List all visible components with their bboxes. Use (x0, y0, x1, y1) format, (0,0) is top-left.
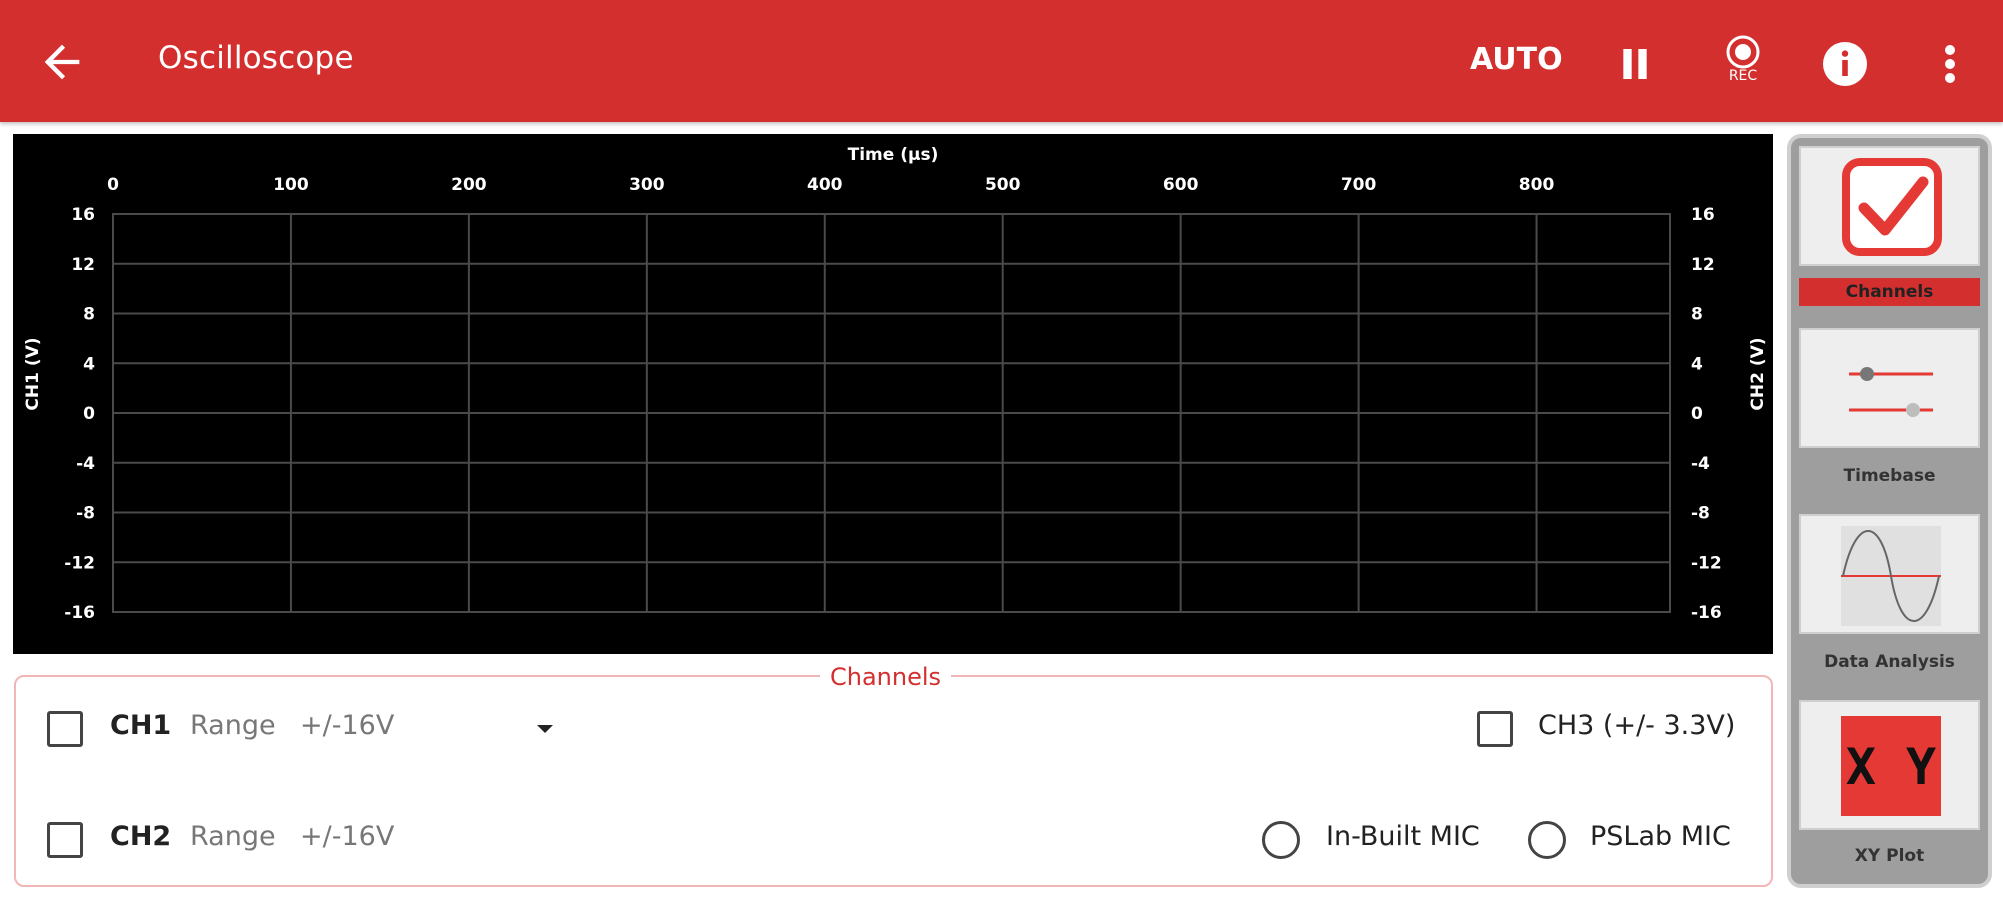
y-tick-label-left: 12 (71, 255, 95, 275)
x-tick-label: 800 (1519, 175, 1555, 195)
y-tick-label-left: 4 (83, 354, 95, 374)
y-tick-label-right: 12 (1691, 255, 1715, 275)
y-tick-label-right: -12 (1691, 553, 1722, 573)
arrow-back-icon[interactable] (36, 36, 88, 88)
y-tick-label-left: -16 (64, 603, 95, 623)
y-tick-label-left: -4 (76, 454, 95, 474)
y-axis-label-left: CH1 (V) (23, 337, 43, 410)
channels-panel (14, 675, 1773, 887)
y-tick-label-left: 8 (83, 305, 95, 325)
x-tick-label: 0 (107, 175, 119, 195)
sidebar-tile-channels (1799, 146, 1980, 266)
sidebar-item-timebase[interactable]: Timebase (1799, 328, 1980, 498)
y-tick-label-right: 8 (1691, 305, 1703, 325)
pslab-mic-label: PSLab MIC (1590, 821, 1731, 852)
y-tick-label-right: 4 (1691, 354, 1703, 374)
y-tick-label-left: 16 (71, 205, 95, 225)
y-tick-label-right: -4 (1691, 454, 1710, 474)
ch1-checkbox[interactable] (47, 711, 83, 747)
chart-svg: 0 100 200 300 400 500 600 700 800 16 12 8 4 0 -4 -8 -12… (23, 145, 1768, 623)
sidebar-item-channels[interactable]: Channels (1799, 146, 1980, 316)
sidebar-tile-timebase (1799, 328, 1980, 448)
x-tick-label: 700 (1341, 175, 1377, 195)
y-tick-label-right: -8 (1691, 504, 1710, 524)
y-tick-label-right: -16 (1691, 603, 1722, 623)
y-tick-labels-right: 16 12 8 4 0 -4 -8 -12 -16 (1691, 205, 1722, 623)
record-label: REC (1728, 68, 1758, 84)
info-icon[interactable] (1821, 40, 1869, 88)
ch2-range-value: +/-16V (300, 821, 395, 852)
sine-wave-icon (1841, 526, 1941, 626)
y-tick-label-left: -8 (76, 504, 95, 524)
y-axis-label-right: CH2 (V) (1748, 337, 1768, 410)
sidebar-item-xy-plot[interactable]: X Y XY Plot (1799, 700, 1980, 876)
ch2-checkbox[interactable] (47, 822, 83, 858)
ch3-checkbox[interactable] (1477, 711, 1513, 747)
checkbox-checked-icon (1842, 158, 1942, 256)
ch2-label: CH2 (110, 821, 172, 852)
y-tick-label-left: 0 (83, 404, 95, 424)
x-tick-label: 500 (985, 175, 1021, 195)
oscilloscope-chart[interactable]: 0 100 200 300 400 500 600 700 800 16 12 8 4 0 -4 -8 -12… (13, 134, 1773, 654)
inbuilt-mic-label: In-Built MIC (1326, 821, 1480, 852)
x-axis-label: Time (μs) (848, 145, 939, 165)
xy-plot-icon: X Y (1841, 716, 1941, 816)
x-tick-label: 200 (451, 175, 487, 195)
xy-plot-icon-text: X Y (1846, 738, 1936, 796)
x-tick-labels: 0 100 200 300 400 500 600 700 800 (107, 175, 1554, 195)
x-tick-label: 600 (1163, 175, 1199, 195)
sidebar-label-xy-plot: XY Plot (1854, 846, 1925, 866)
x-tick-label: 100 (273, 175, 309, 195)
inbuilt-mic-radio[interactable] (1262, 821, 1300, 859)
y-tick-labels-left: 16 12 8 4 0 -4 -8 -12 -16 (64, 205, 95, 623)
sidebar-tile-xy-plot: X Y (1799, 700, 1980, 830)
auto-button[interactable]: AUTO (1470, 42, 1563, 77)
y-tick-label-right: 16 (1691, 205, 1715, 225)
app-bar: Oscilloscope AUTO REC (0, 0, 2003, 122)
pause-icon[interactable] (1615, 44, 1655, 84)
x-tick-label: 400 (807, 175, 843, 195)
y-tick-label-left: -12 (64, 553, 95, 573)
ch1-label: CH1 (110, 710, 172, 741)
channels-panel-title: Channels (820, 663, 952, 691)
ch1-range-select[interactable]: +/-16V (300, 710, 394, 741)
chevron-down-icon[interactable] (534, 722, 556, 736)
sidebar-label-channels: Channels (1799, 278, 1980, 306)
page-title: Oscilloscope (158, 40, 354, 76)
more-vertical-icon[interactable] (1940, 40, 1960, 88)
ch1-range-label: Range (190, 710, 276, 741)
sidebar-label-timebase: Timebase (1843, 466, 1936, 486)
sidebar-tile-data-analysis (1799, 514, 1980, 634)
chart-grid (112, 213, 1671, 613)
sidebar-item-data-analysis[interactable]: Data Analysis (1799, 514, 1980, 684)
ch3-label: CH3 (+/- 3.3V) (1538, 710, 1736, 741)
sliders-icon (1849, 367, 1933, 417)
x-tick-label: 300 (629, 175, 665, 195)
sidebar-label-data-analysis: Data Analysis (1824, 652, 1955, 672)
y-tick-label-right: 0 (1691, 404, 1703, 424)
pslab-mic-radio[interactable] (1528, 821, 1566, 859)
ch2-range-label: Range (190, 821, 276, 852)
sidebar: Channels Timebase Data Analysis X Y XY P… (1787, 134, 1992, 888)
